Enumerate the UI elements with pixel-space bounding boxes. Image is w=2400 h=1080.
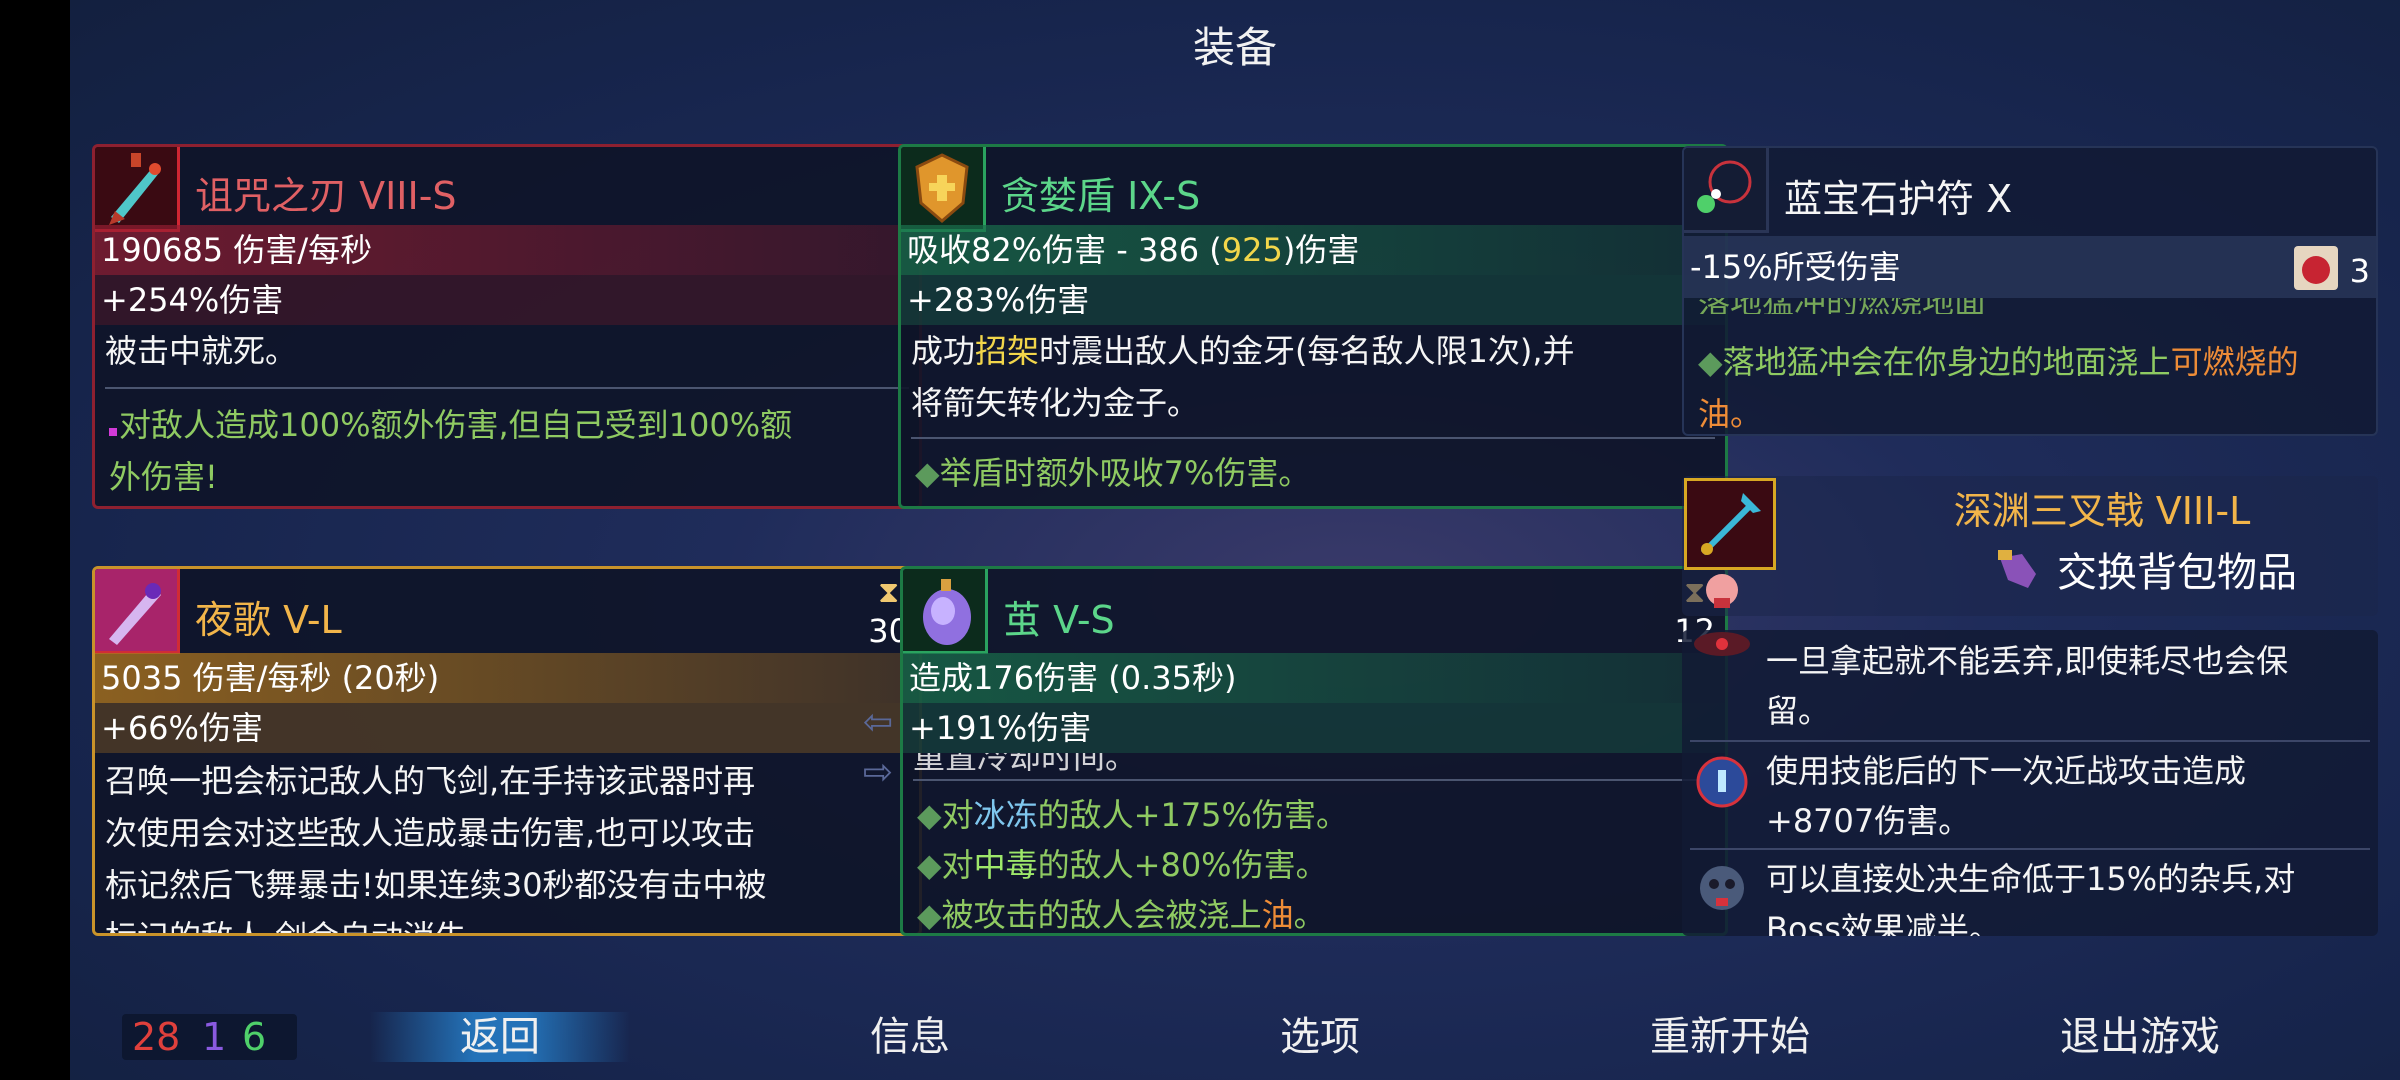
item-name: 茧 V-S: [1003, 598, 1115, 642]
red-count: 28: [132, 1015, 181, 1059]
item-card-cocoon[interactable]: 茧 V-S ⧗ 12 造成176伤害 (0.35秒) +191%伤害 重置冷却时…: [900, 566, 1728, 936]
item-name: 贪婪盾 IX-S: [1001, 174, 1201, 218]
green-count: 6: [242, 1015, 267, 1059]
divider: [911, 437, 1715, 439]
effect-text: 对敌人造成100%额外伤害,但自己受到100%额 外伤害!: [109, 406, 793, 496]
damage-bonus: +191%伤害: [903, 703, 1725, 753]
item-card-curse-blade[interactable]: 诅咒之刃 VIII-S 190685 伤害/每秒 +254%伤害 被击中就死。 …: [92, 144, 922, 509]
skull-icon: [1692, 572, 1752, 612]
absorb-stat: 吸收82%伤害 - 386 (925)伤害: [901, 225, 1725, 275]
clipped-effect-text: 落地猛冲的燃烧地面: [1698, 298, 2366, 314]
divider: [1690, 848, 2370, 850]
trident-effects: 一旦拿起就不能丢弃,即使耗尽也会保 留。 使用技能后的下一次近战攻击造成 +8707…: [1682, 630, 2378, 936]
item-card-greed-shield[interactable]: 贪婪盾 IX-S 吸收82%伤害 - 386 (925)伤害 +283%伤害 成…: [898, 144, 1728, 509]
curse-eye-icon: [1690, 630, 1754, 690]
item-description: 成功招架时震出敌人的金牙(每名敌人限1次),并 将箭矢转化为金子。: [911, 332, 1575, 422]
cursed-blade-icon: [95, 147, 180, 232]
item-name: 诅咒之刃 VIII-S: [195, 174, 457, 218]
effect-poison: ◆对中毒的敌人+80%伤害。: [917, 846, 1328, 884]
effect-frozen: ◆对冰冻的敌人+175%伤害。: [917, 796, 1348, 834]
damage-stat: 造成176伤害 (0.35秒): [903, 653, 1725, 703]
scroll-counts: 28 1 6: [122, 1014, 297, 1060]
scroll-count: 3: [2349, 252, 2370, 290]
swap-backpack-label[interactable]: 交换背包物品: [2057, 540, 2297, 598]
effect-text: ◆举盾时额外吸收7%伤害。: [915, 454, 1311, 492]
damage-reduction-stat: -15%所受伤害: [1684, 236, 2376, 298]
damage-bonus: +66%伤害: [95, 703, 919, 753]
item-description: 被击中就死。: [105, 332, 298, 370]
curse-bullet-icon: [109, 428, 117, 436]
inventory-screen: 装备 诅咒之刃 VIII-S 190685 伤害/每秒 +254%伤害 被击中就…: [70, 0, 2400, 1080]
options-button[interactable]: 选项: [1190, 1012, 1450, 1062]
sapphire-amulet-icon: [1684, 148, 1769, 233]
item-card-sapphire-amulet[interactable]: 蓝宝石护符 X -15%所受伤害 3 落地猛冲的燃烧地面 ◆落地猛冲会在你身边的…: [1682, 146, 2378, 436]
dps-stat: 5035 伤害/每秒 (20秒): [95, 653, 919, 703]
scroll-icon: [2286, 238, 2346, 298]
effect-row-3: 可以直接处决生命低于15%的杂兵,对 Boss效果减半。: [1766, 860, 2296, 936]
divider: [1690, 740, 2370, 742]
abyss-trident-icon: [1684, 478, 1776, 570]
effect-row-1: 一旦拿起就不能丢弃,即使耗尽也会保 留。: [1766, 642, 2289, 730]
restart-button[interactable]: 重新开始: [1600, 1012, 1860, 1062]
clipped-description: 重置冷却时间。: [913, 753, 1715, 771]
trident-header: 深渊三叉戟 VIII-L 交换背包物品: [1682, 476, 2378, 616]
bottom-menu-bar: 28 1 6 返回 信息 选项 重新开始 退出游戏: [70, 1000, 2400, 1080]
quit-game-button[interactable]: 退出游戏: [2010, 1012, 2270, 1062]
divider: [105, 387, 909, 389]
damage-bonus: +254%伤害: [95, 275, 919, 325]
divider: [913, 779, 1715, 781]
effect-row-2: 使用技能后的下一次近战攻击造成 +8707伤害。: [1766, 752, 2247, 840]
skull-execute-icon: [1690, 858, 1754, 918]
hand-swap-icon: [1992, 544, 2042, 594]
item-description: 召唤一把会标记敌人的飞剑,在手持该武器时再 次使用会对这些敌人造成暴击伤害,也可以…: [105, 762, 767, 933]
effect-oil: ◆被攻击的敌人会被浇上油。: [917, 896, 1326, 931]
info-button[interactable]: 信息: [780, 1012, 1040, 1062]
potion-icon: [1690, 750, 1754, 810]
purple-count: 1: [202, 1015, 227, 1059]
arrow-right-icon[interactable]: ⇨: [858, 755, 898, 791]
arrow-left-icon[interactable]: ⇦: [858, 705, 898, 741]
item-card-abyss-trident[interactable]: 深渊三叉戟 VIII-L 交换背包物品 一旦拿起就不能丢弃,即使耗尽也会保 留。 …: [1682, 476, 2378, 936]
item-card-nightsong[interactable]: 夜歌 V-L ⧗ 30 5035 伤害/每秒 (20秒) +66%伤害 召唤一把…: [92, 566, 922, 936]
back-button[interactable]: 返回: [370, 1012, 630, 1062]
damage-bonus: +283%伤害: [901, 275, 1725, 325]
dps-stat: 190685 伤害/每秒: [95, 225, 919, 275]
item-name: 夜歌 V-L: [195, 598, 342, 642]
item-name: 深渊三叉戟 VIII-L: [1953, 489, 2251, 533]
page-title: 装备: [1192, 23, 1277, 72]
greed-shield-icon: [901, 147, 986, 232]
item-name: 蓝宝石护符 X: [1784, 177, 2013, 221]
effect-text: ◆落地猛冲会在你身边的地面浇上可燃烧的 油。: [1698, 343, 2299, 433]
cocoon-icon: [903, 569, 988, 654]
nightsong-sword-icon: [95, 569, 180, 654]
